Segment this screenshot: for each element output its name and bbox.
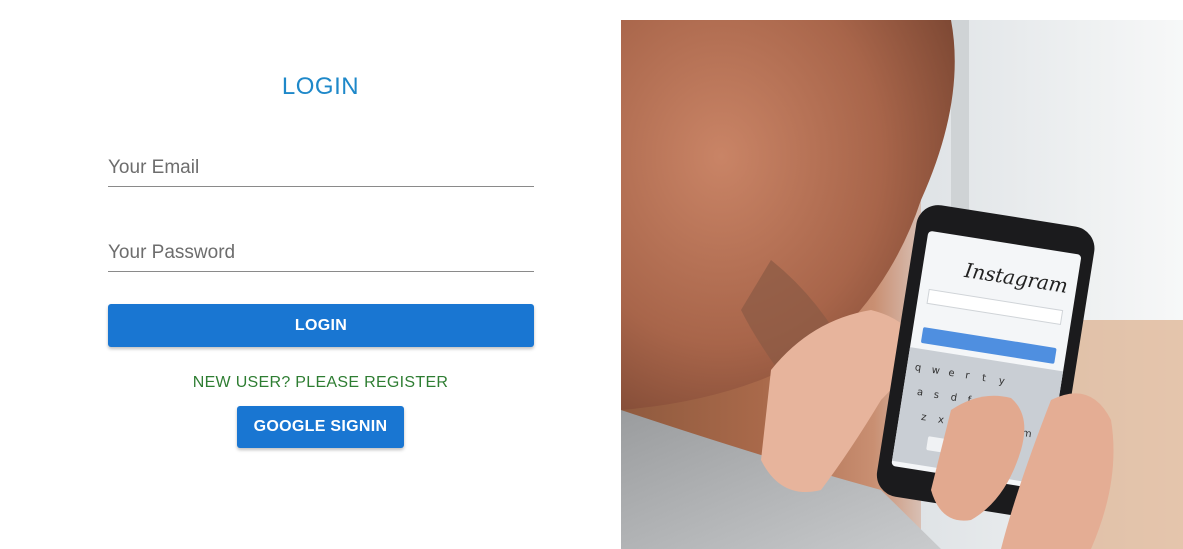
- login-form-panel: LOGIN LOGIN NEW USER? PLEASE REGISTER GO…: [0, 0, 621, 549]
- hero-photo: Instagram q w e r t y a s d f g h z x c …: [621, 20, 1183, 549]
- register-link[interactable]: NEW USER? PLEASE REGISTER: [0, 374, 641, 392]
- login-title: LOGIN: [281, 73, 360, 100]
- email-input[interactable]: [108, 147, 534, 187]
- key-w: w: [931, 365, 941, 377]
- password-field-wrapper: [108, 232, 534, 272]
- google-signin-button[interactable]: GOOGLE SIGNIN: [237, 406, 404, 448]
- email-field-wrapper: [108, 147, 534, 187]
- login-button[interactable]: LOGIN: [108, 304, 534, 347]
- password-input[interactable]: [108, 232, 534, 272]
- hero-photo-illustration: Instagram q w e r t y a s d f g h z x c …: [621, 20, 1183, 549]
